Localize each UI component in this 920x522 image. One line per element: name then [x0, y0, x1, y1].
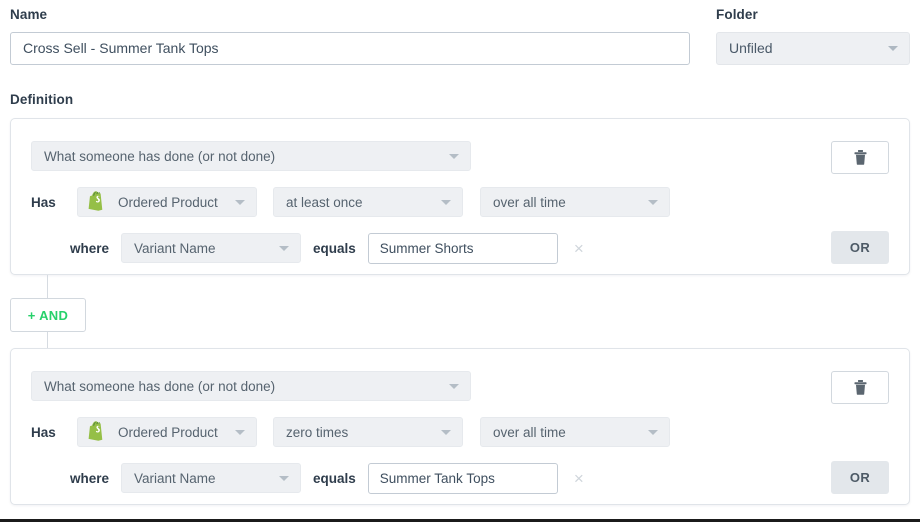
where-label: where	[31, 241, 121, 256]
frequency-select[interactable]: zero times	[273, 417, 463, 447]
condition-where-row: where Variant Name equals ×	[31, 233, 592, 263]
condition-card: What someone has done (or not done) Has …	[10, 118, 910, 275]
condition-type-row: What someone has done (or not done)	[31, 141, 471, 171]
add-and-label: + AND	[28, 308, 68, 323]
operator-label: equals	[301, 241, 368, 256]
segment-meta-row: Name Folder Unfiled	[0, 0, 920, 78]
chevron-down-icon	[449, 384, 459, 389]
frequency-select-value: at least once	[286, 195, 363, 210]
delete-condition-button[interactable]	[831, 371, 889, 404]
condition-value-input[interactable]	[368, 233, 558, 264]
has-label: Has	[31, 425, 77, 440]
condition-value-input[interactable]	[368, 463, 558, 494]
chevron-down-icon	[449, 154, 459, 159]
trash-icon	[854, 150, 867, 165]
clear-icon[interactable]: ×	[566, 465, 592, 491]
condition-card: What someone has done (or not done) Has …	[10, 348, 910, 505]
condition-type-value: What someone has done (or not done)	[44, 149, 275, 164]
folder-select-value: Unfiled	[729, 40, 773, 56]
attribute-select[interactable]: Variant Name	[121, 233, 301, 263]
timeframe-select[interactable]: over all time	[480, 187, 670, 217]
segment-name-input[interactable]	[10, 32, 690, 65]
condition-type-row: What someone has done (or not done)	[31, 371, 471, 401]
chevron-down-icon	[441, 430, 451, 435]
timeframe-select-value: over all time	[493, 425, 566, 440]
name-field-group: Name	[10, 8, 690, 65]
timeframe-select[interactable]: over all time	[480, 417, 670, 447]
chevron-down-icon	[235, 200, 245, 205]
where-label: where	[31, 471, 121, 486]
has-label: Has	[31, 195, 77, 210]
chevron-down-icon	[888, 46, 898, 51]
segment-builder-page: Name Folder Unfiled Definition What some…	[0, 0, 920, 522]
metric-select[interactable]: Ordered Product	[77, 187, 257, 217]
metric-select-value: Ordered Product	[118, 195, 218, 210]
name-label: Name	[10, 8, 690, 22]
chevron-down-icon	[648, 200, 658, 205]
chevron-down-icon	[648, 430, 658, 435]
chevron-down-icon	[279, 476, 289, 481]
condition-type-select[interactable]: What someone has done (or not done)	[31, 371, 471, 401]
add-or-button[interactable]: OR	[831, 461, 889, 494]
frequency-select[interactable]: at least once	[273, 187, 463, 217]
clear-icon[interactable]: ×	[566, 235, 592, 261]
timeframe-select-value: over all time	[493, 195, 566, 210]
condition-has-row: Has Ordered Product at least once over a…	[31, 187, 670, 217]
operator-label: equals	[301, 471, 368, 486]
trash-icon	[854, 380, 867, 395]
condition-type-select[interactable]: What someone has done (or not done)	[31, 141, 471, 171]
condition-has-row: Has Ordered Product zero times over all …	[31, 417, 670, 447]
chevron-down-icon	[441, 200, 451, 205]
chevron-down-icon	[279, 246, 289, 251]
metric-select[interactable]: Ordered Product	[77, 417, 257, 447]
chevron-down-icon	[235, 430, 245, 435]
shopify-icon	[86, 191, 108, 213]
condition-where-row: where Variant Name equals ×	[31, 463, 592, 493]
folder-select[interactable]: Unfiled	[716, 32, 910, 65]
condition-type-value: What someone has done (or not done)	[44, 379, 275, 394]
shopify-icon	[86, 421, 108, 443]
definition-label: Definition	[10, 93, 73, 107]
delete-condition-button[interactable]	[831, 141, 889, 174]
add-and-button[interactable]: + AND	[10, 298, 86, 332]
metric-select-value: Ordered Product	[118, 425, 218, 440]
folder-field-group: Folder Unfiled	[716, 8, 910, 65]
frequency-select-value: zero times	[286, 425, 348, 440]
attribute-select[interactable]: Variant Name	[121, 463, 301, 493]
add-or-button[interactable]: OR	[831, 231, 889, 264]
attribute-select-value: Variant Name	[134, 241, 216, 256]
attribute-select-value: Variant Name	[134, 471, 216, 486]
folder-label: Folder	[716, 8, 910, 22]
